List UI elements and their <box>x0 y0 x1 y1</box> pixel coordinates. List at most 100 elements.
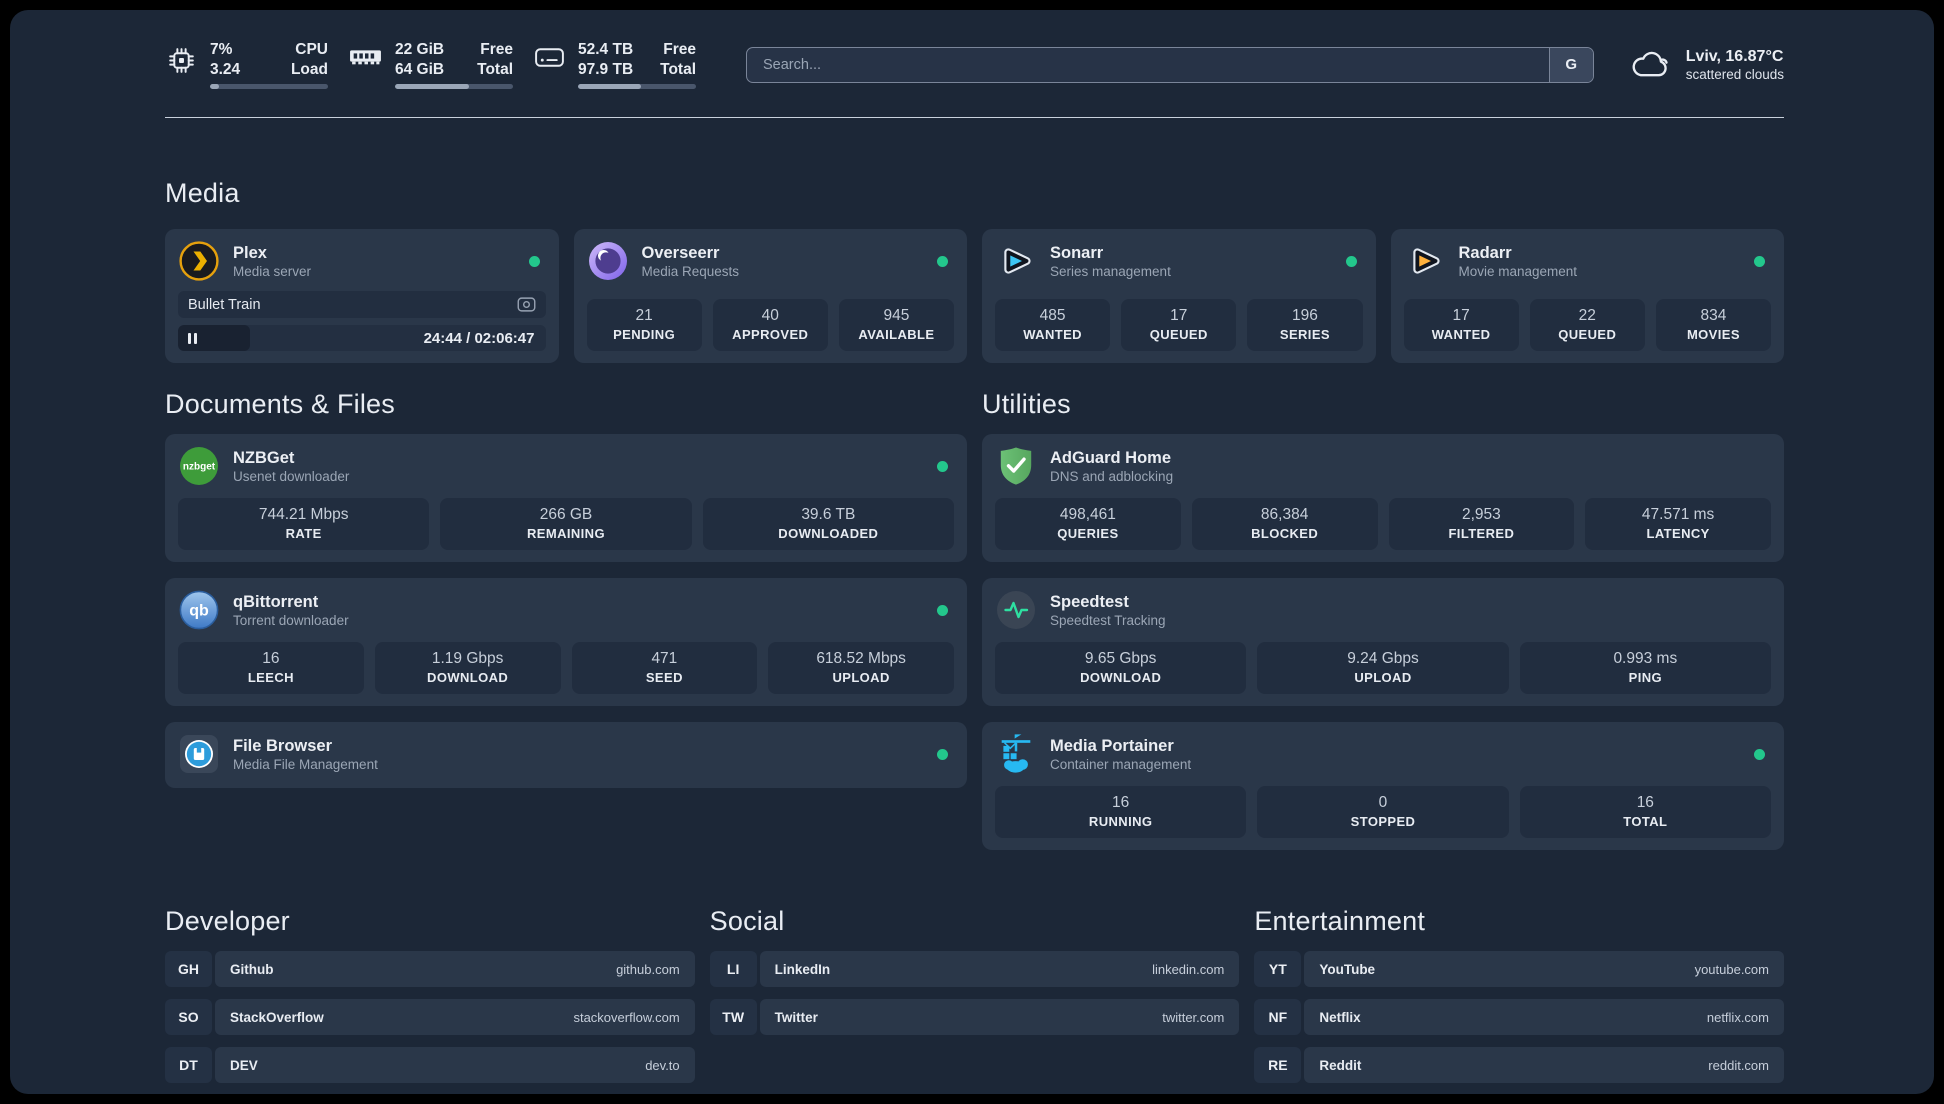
stat-label: MOVIES <box>1686 327 1740 342</box>
header-divider <box>165 117 1784 118</box>
overseerr-icon <box>587 240 629 282</box>
link-url: reddit.com <box>1708 1057 1769 1073</box>
stat-label: SERIES <box>1279 327 1330 342</box>
app-card-radarr[interactable]: Radarr Movie management 17 WANTED 22 QUEUED 83… <box>1390 229 1784 363</box>
ram-icon <box>348 44 383 69</box>
app-card-adguard-home[interactable]: AdGuard Home DNS and adblocking 498,461 QUE… <box>982 434 1784 562</box>
status-online-dot <box>1345 255 1357 267</box>
stat-label: AVAILABLE <box>858 327 935 342</box>
link-item-github[interactable]: Github github.com <box>215 951 695 987</box>
adguard-icon <box>995 445 1037 487</box>
app-description: Torrent downloader <box>233 612 349 628</box>
playback-progress-bar[interactable]: 24:44 / 02:06:47 <box>178 325 546 351</box>
app-name: Overseerr <box>641 243 720 262</box>
now-playing-row[interactable]: Bullet Train <box>178 291 546 318</box>
section-title-media: Media <box>165 178 240 208</box>
link-row: NF Netflix netflix.com <box>1254 999 1784 1035</box>
stat-label: DOWNLOADED <box>778 526 879 541</box>
link-item-dev[interactable]: DEV dev.to <box>215 1047 695 1083</box>
link-item-twitter[interactable]: Twitter twitter.com <box>759 999 1240 1035</box>
link-name: StackOverflow <box>230 1009 324 1025</box>
app-card-sonarr[interactable]: Sonarr Series management 485 WANTED 17 QUEUED… <box>982 229 1376 363</box>
stat-label: SEED <box>645 670 683 685</box>
app-stats-row: 16 LEECH 1.19 Gbps DOWNLOAD 471 SEED 618.52 Mb… <box>178 632 954 694</box>
search-engine-button[interactable]: G <box>1548 47 1593 82</box>
link-item-reddit[interactable]: Reddit reddit.com <box>1304 1047 1784 1083</box>
link-item-netflix[interactable]: Netflix netflix.com <box>1304 999 1784 1035</box>
svg-text:nzbget: nzbget <box>183 462 216 473</box>
link-item-linkedin[interactable]: LinkedIn linkedin.com <box>759 951 1240 987</box>
weather-location: Lviv, 16.87°C <box>1685 47 1784 65</box>
portainer-icon <box>995 733 1037 775</box>
stat-value: 196 <box>1291 307 1318 324</box>
link-tag: NF <box>1254 999 1302 1035</box>
stat-label: WANTED <box>1023 327 1082 342</box>
app-card-titles: AdGuard Home DNS and adblocking <box>1050 449 1173 484</box>
weather-condition: scattered clouds <box>1685 66 1784 82</box>
app-card-file-browser[interactable]: File Browser Media File Management <box>165 722 967 788</box>
section-title-social: Social <box>709 906 785 936</box>
app-description: Series management <box>1050 263 1171 279</box>
memory-labels: Free Total <box>477 41 513 78</box>
app-card-speedtest[interactable]: Speedtest Speedtest Tracking 9.65 Gbps DOWN… <box>982 578 1784 706</box>
stat-label: REMAINING <box>526 526 605 541</box>
app-card-nzbget[interactable]: nzbget NZBGet Usenet downloader 744.21 Mbps… <box>165 434 967 562</box>
status-online-dot <box>1754 255 1765 267</box>
link-item-stackoverflow[interactable]: StackOverflow stackoverflow.com <box>215 999 695 1035</box>
app-description: Usenet downloader <box>233 468 350 484</box>
stat-label: LATENCY <box>1646 526 1710 541</box>
stat-value: 1.19 Gbps <box>431 650 504 667</box>
app-stats-row: 9.65 Gbps DOWNLOAD 9.24 Gbps UPLOAD 0.993 ms… <box>995 632 1771 694</box>
app-card-titles: Media Portainer Container management <box>1050 737 1191 772</box>
stat-value: 834 <box>1700 307 1727 324</box>
app-description: Media server <box>233 263 312 279</box>
cpu-chip-icon <box>165 44 198 77</box>
stat-value: 9.65 Gbps <box>1084 650 1157 667</box>
app-card-media-portainer[interactable]: Media Portainer Container management 16 RUN… <box>982 722 1784 850</box>
status-online-dot <box>937 255 948 267</box>
status-online-dot <box>937 604 948 616</box>
stat-label: FILTERED <box>1448 526 1515 541</box>
link-row: SO StackOverflow stackoverflow.com <box>165 999 695 1035</box>
stat-box: 9.65 Gbps DOWNLOAD <box>995 642 1247 694</box>
stat-box: 0.993 ms PING <box>1519 642 1771 694</box>
app-card-titles: Radarr Movie management <box>1459 244 1578 279</box>
stat-value: 40 <box>761 307 779 324</box>
stat-value: 16 <box>1112 794 1130 811</box>
stat-label: RUNNING <box>1088 814 1153 829</box>
app-description: Speedtest Tracking <box>1050 612 1166 628</box>
now-playing-title: Bullet Train <box>188 296 261 313</box>
status-online-dot <box>1754 748 1765 760</box>
stat-label: QUERIES <box>1057 526 1119 541</box>
svg-text:qb: qb <box>189 603 209 620</box>
link-tag: TW <box>709 999 757 1035</box>
memory-values: 22 GiB 64 GiB <box>395 41 445 78</box>
link-name: Reddit <box>1319 1057 1362 1073</box>
app-card-qbittorrent[interactable]: qb qBittorrent Torrent downloader 16 LEECH 1.… <box>165 578 967 706</box>
app-description: Movie management <box>1458 263 1578 279</box>
radarr-icon <box>1404 240 1446 282</box>
search-input[interactable] <box>746 46 1594 83</box>
link-url: dev.to <box>645 1057 680 1073</box>
section-title-documents: Documents & Files <box>165 389 395 419</box>
stat-value: 0 <box>1378 794 1388 811</box>
stat-label: BLOCKED <box>1251 526 1319 541</box>
stat-box: 744.21 Mbps RATE <box>178 498 430 550</box>
app-card-header: Media Portainer Container management <box>995 732 1771 776</box>
stat-box: 2,953 FILTERED <box>1388 498 1575 550</box>
playback-time: 24:44 / 02:06:47 <box>423 329 535 347</box>
plex-icon <box>178 240 220 282</box>
stat-box: 498,461 QUERIES <box>995 498 1181 550</box>
app-card-plex[interactable]: Plex Media server Bullet Train 24:44 / 02:0… <box>165 229 559 363</box>
app-card-overseerr[interactable]: Overseerr Media Requests 21 PENDING 40 APPROV… <box>573 229 967 363</box>
link-tag: SO <box>165 999 212 1035</box>
stat-label: DOWNLOAD <box>427 670 509 685</box>
qbittorrent-icon: qb <box>178 589 220 631</box>
link-section-developer: Developer GH Github github.com SO StackOverfl… <box>165 906 695 1094</box>
cpu-progress-bar <box>210 84 328 89</box>
app-name: NZBGet <box>233 448 295 467</box>
stat-value: 471 <box>651 650 678 667</box>
app-stats-row: 744.21 Mbps RATE 266 GB REMAINING 39.6 TB DOW… <box>178 488 954 550</box>
link-item-youtube[interactable]: YouTube youtube.com <box>1304 951 1784 987</box>
app-card-header: nzbget NZBGet Usenet downloader <box>178 444 954 488</box>
